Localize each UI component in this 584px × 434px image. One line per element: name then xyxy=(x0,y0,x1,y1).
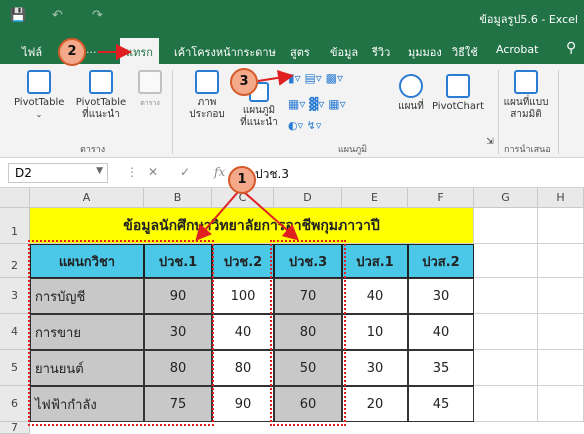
illustrations-icon xyxy=(195,70,219,94)
row-header[interactable]: 4 xyxy=(0,314,30,350)
ribbon: PivotTable ⌄ PivotTable ที่แนะนำ ตาราง ต… xyxy=(0,64,584,158)
fx-icon[interactable]: fx xyxy=(214,165,225,179)
cancel-icon[interactable]: ✕ xyxy=(148,165,158,179)
tab-help[interactable]: วิธีใช้ xyxy=(452,43,478,61)
maps-button[interactable]: แผนที่ xyxy=(394,74,428,113)
pivottable-button[interactable]: PivotTable ⌄ xyxy=(14,70,64,121)
cell[interactable] xyxy=(474,244,538,278)
tab-view[interactable]: มุมมอง xyxy=(408,43,442,61)
data-cell[interactable]: 40 xyxy=(408,314,474,350)
formula-input[interactable]: ปวช.3 xyxy=(255,165,289,184)
lightbulb-icon[interactable]: ⚲ xyxy=(566,40,576,56)
column-header[interactable]: E xyxy=(342,188,408,208)
title-bar: 💾 ↶ ↷ ข้อมูลรูป5.6 - Excel xyxy=(0,0,584,34)
name-box[interactable]: D2 ▼ xyxy=(8,163,108,183)
chevron-down-icon[interactable]: ▼ xyxy=(96,166,103,176)
data-cell[interactable]: 30 xyxy=(342,350,408,386)
3d-map-icon xyxy=(514,70,538,94)
table-icon xyxy=(138,70,162,94)
row-header[interactable]: 1 xyxy=(0,208,30,244)
data-cell[interactable]: 100 xyxy=(212,278,274,314)
pivotchart-button[interactable]: PivotChart xyxy=(432,74,484,113)
charts-group-label: แผนภูมิ xyxy=(338,145,368,155)
cell[interactable] xyxy=(474,278,538,314)
enter-icon[interactable]: ✓ xyxy=(180,165,190,179)
recommended-pivottable-icon xyxy=(89,70,113,94)
selection-highlight-a-b xyxy=(28,240,214,426)
tables-group-label: ตาราง xyxy=(80,145,106,155)
tab-review[interactable]: รีวิว xyxy=(372,43,390,61)
ribbon-separator xyxy=(172,70,173,154)
3d-map-button[interactable]: แผนที่แบบ สามมิติ xyxy=(502,70,550,121)
data-cell[interactable]: 80 xyxy=(212,350,274,386)
charts-dialog-launcher-icon[interactable]: ⇲ xyxy=(484,136,496,148)
ribbon-separator xyxy=(498,70,499,154)
header-cell[interactable]: ปวส.1 xyxy=(342,244,408,278)
cell[interactable] xyxy=(538,278,584,314)
tab-page-layout[interactable]: เค้าโครงหน้ากระดาษ xyxy=(174,43,276,61)
cell[interactable] xyxy=(538,208,584,244)
row-header[interactable]: 6 xyxy=(0,386,30,422)
column-header[interactable]: A xyxy=(30,188,144,208)
cell[interactable] xyxy=(474,350,538,386)
cell[interactable] xyxy=(538,314,584,350)
tab-insert[interactable]: แทรก xyxy=(120,38,159,64)
row-header[interactable]: 2 xyxy=(0,244,30,278)
data-cell[interactable]: 40 xyxy=(212,314,274,350)
recommended-pivottable-button[interactable]: PivotTable ที่แนะนำ xyxy=(70,70,132,121)
pivotchart-icon xyxy=(446,74,470,98)
ribbon-separator xyxy=(558,70,559,154)
column-header[interactable]: G xyxy=(474,188,538,208)
data-cell[interactable]: 20 xyxy=(342,386,408,422)
pivottable-icon xyxy=(27,70,51,94)
step-callout-3: 3 xyxy=(230,68,258,96)
cell[interactable] xyxy=(538,244,584,278)
chart-types-row3[interactable]: ◐▿ ↯▿ xyxy=(288,120,368,138)
data-cell[interactable]: 40 xyxy=(342,278,408,314)
step-callout-1: 1 xyxy=(228,166,256,194)
table-button[interactable]: ตาราง xyxy=(136,70,164,109)
column-header[interactable]: B xyxy=(144,188,212,208)
tab-file[interactable]: ไฟล์ xyxy=(22,43,42,61)
cell[interactable] xyxy=(474,314,538,350)
chart-types-row2[interactable]: ▦▿ ▓▿ ▦▿ xyxy=(288,98,368,118)
data-cell[interactable]: 90 xyxy=(212,386,274,422)
data-cell[interactable]: 35 xyxy=(408,350,474,386)
data-cell[interactable]: 10 xyxy=(342,314,408,350)
selection-highlight-d xyxy=(270,240,346,426)
column-header[interactable]: F xyxy=(408,188,474,208)
tours-group-label: การนำเสนอ xyxy=(504,145,551,155)
formula-bar: D2 ▼ ⋮ ✕ ✓ fx ปวช.3 xyxy=(0,158,584,188)
redo-icon[interactable]: ↷ xyxy=(92,8,103,23)
select-all-corner[interactable] xyxy=(0,188,30,208)
save-icon[interactable]: 💾 xyxy=(10,8,26,23)
cell[interactable] xyxy=(474,386,538,422)
chart-types-row1[interactable]: ▮▿ ▤▿ ▩▿ xyxy=(288,72,368,92)
tab-home[interactable]: ... xyxy=(86,43,97,56)
illustrations-button[interactable]: ภาพ ประกอบ xyxy=(184,70,230,121)
column-header[interactable]: D xyxy=(274,188,342,208)
undo-icon[interactable]: ↶ xyxy=(52,8,63,23)
cell[interactable] xyxy=(538,386,584,422)
cell[interactable] xyxy=(538,350,584,386)
header-cell[interactable]: ปวช.2 xyxy=(212,244,274,278)
data-cell[interactable]: 30 xyxy=(408,278,474,314)
sheet-title-cell[interactable]: ข้อมูลนักศึกษาวิทยาลัยการอาชีพกุมภาวาปี xyxy=(30,208,474,244)
tab-formulas[interactable]: สูตร xyxy=(290,43,310,61)
window-title: ข้อมูลรูป5.6 - Excel xyxy=(479,13,578,26)
row-header[interactable]: 3 xyxy=(0,278,30,314)
column-header[interactable]: H xyxy=(538,188,584,208)
ribbon-tabs: ไฟล์ ... แทรก เค้าโครงหน้ากระดาษ สูตร ข้… xyxy=(0,34,584,64)
data-cell[interactable]: 45 xyxy=(408,386,474,422)
cell[interactable] xyxy=(474,208,538,244)
step-callout-2: 2 xyxy=(58,38,86,66)
tab-data[interactable]: ข้อมูล xyxy=(330,43,358,61)
row-header[interactable]: 5 xyxy=(0,350,30,386)
globe-icon xyxy=(399,74,423,98)
more-icon: ⋮ xyxy=(126,165,138,179)
row-header[interactable]: 7 xyxy=(0,422,30,434)
tab-acrobat[interactable]: Acrobat xyxy=(496,43,538,56)
header-cell[interactable]: ปวส.2 xyxy=(408,244,474,278)
